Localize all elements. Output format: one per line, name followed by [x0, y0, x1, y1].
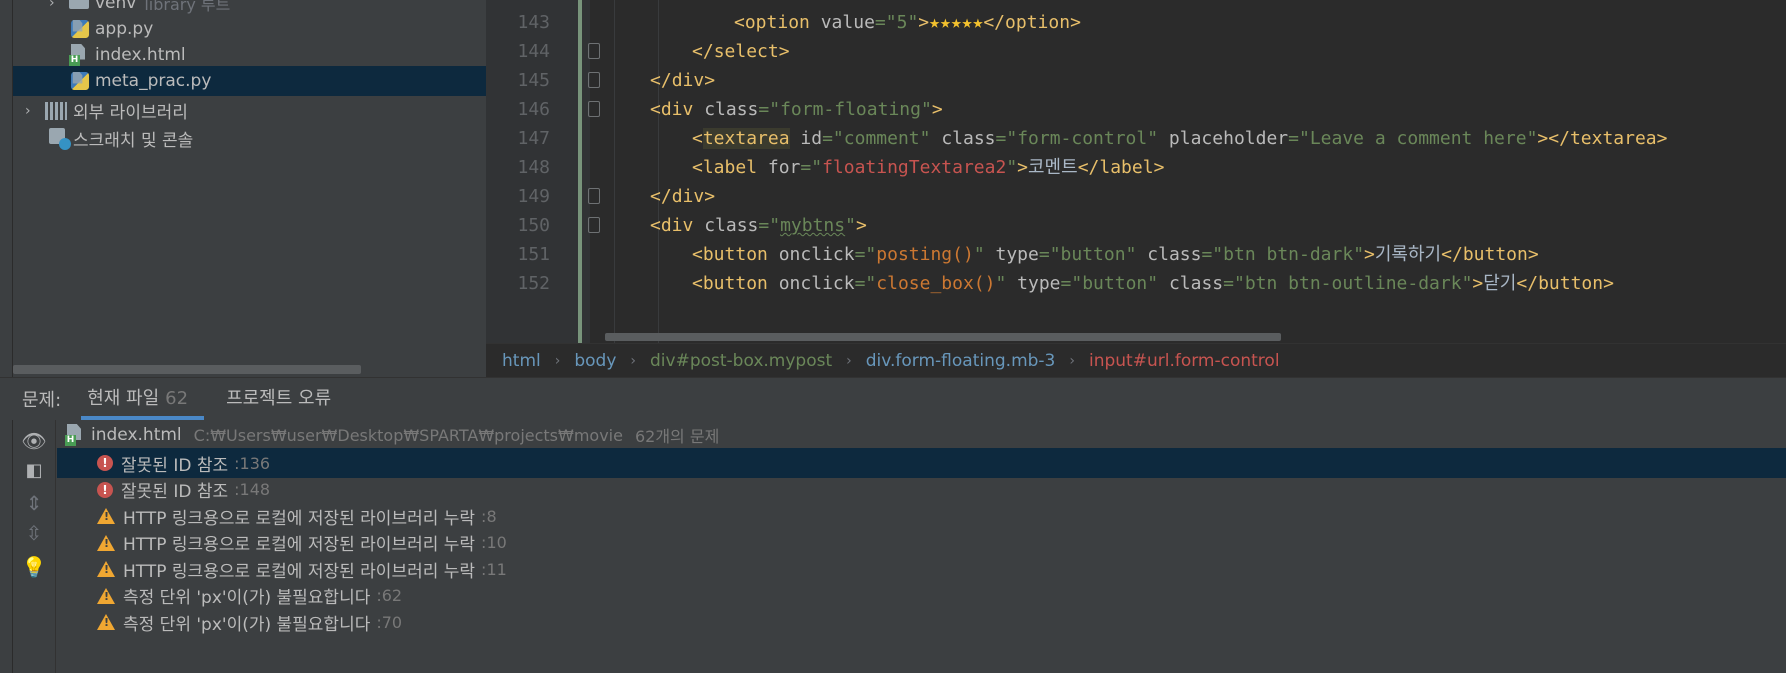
tree-item-app-py[interactable]: app.py: [13, 14, 486, 43]
expand-all-icon[interactable]: ⇕: [21, 490, 47, 516]
lightbulb-icon[interactable]: 💡: [21, 554, 47, 580]
problem-line: :70: [376, 612, 403, 632]
warning-icon: [97, 534, 115, 551]
tree-item-meta-prac-py[interactable]: meta_prac.py: [13, 66, 486, 96]
horizontal-scrollbar[interactable]: [13, 365, 361, 374]
problems-title: 문제:: [22, 390, 62, 411]
fold-marker-icon[interactable]: [588, 217, 600, 233]
problem-item[interactable]: ! 잘못된 ID 참조 :148: [57, 475, 1786, 505]
tree-item-scratches[interactable]: 스크래치 및 콘솔: [13, 124, 486, 153]
problem-file-row[interactable]: index.html C:₩Users₩user₩Desktop₩SPARTA₩…: [57, 420, 1786, 450]
tree-item-label: 외부 라이브러리: [73, 103, 188, 123]
problem-file-path: C:₩Users₩user₩Desktop₩SPARTA₩projects₩mo…: [193, 425, 623, 445]
problems-panel: 문제: 현재 파일62 프로젝트 오류 👁 ◧ ⇕ ⇳ 💡 index.html…: [0, 377, 1786, 673]
problem-item[interactable]: 측정 단위 'px'이(가) 불필요합니다 :62: [57, 581, 1786, 611]
problem-item[interactable]: 측정 단위 'px'이(가) 불필요합니다:70: [57, 607, 1786, 637]
warning-icon: [97, 614, 115, 630]
scratches-icon: [49, 127, 71, 150]
breadcrumb-item[interactable]: html: [502, 351, 541, 371]
problems-toolbar: 👁 ◧ ⇕ ⇳ 💡: [13, 420, 56, 673]
problem-item[interactable]: HTTP 링크용으로 로컬에 저장된 라이브러리 누락 :10: [57, 528, 1786, 558]
problem-message: 잘못된 ID 참조: [121, 455, 229, 476]
python-file-icon: [70, 19, 90, 38]
tree-item-label: index.html: [95, 44, 186, 65]
preview-pane-icon[interactable]: ◧: [21, 458, 47, 484]
breadcrumb-item[interactable]: div#post-box.mypost: [650, 351, 832, 371]
problem-message: 측정 단위 'px'이(가) 불필요합니다: [123, 614, 371, 635]
tree-item-index-html[interactable]: index.html: [13, 40, 486, 69]
python-file-icon: [70, 71, 90, 91]
eye-icon[interactable]: 👁: [21, 428, 47, 454]
library-icon: [45, 101, 67, 120]
problem-line: :8: [481, 506, 497, 526]
project-tree: › venv library 루트 app.py index.html meta…: [13, 0, 486, 377]
error-icon: !: [97, 455, 113, 471]
problem-line: :11: [481, 559, 507, 579]
fold-marker-icon[interactable]: [588, 188, 600, 204]
breadcrumb-item[interactable]: div.form-floating.mb-3: [866, 351, 1056, 371]
chevron-right-icon: ›: [1069, 352, 1075, 369]
tree-item-label: venv: [95, 0, 137, 13]
code-line[interactable]: 152 <button onclick="close_box()" type="b…: [486, 267, 1786, 300]
left-tool-strip: [0, 0, 13, 377]
fold-marker-icon[interactable]: [588, 72, 600, 88]
chevron-right-icon: ›: [49, 0, 55, 11]
problem-message: HTTP 링크용으로 로컬에 저장된 라이브러리 누락: [123, 561, 476, 582]
fold-marker-icon[interactable]: [588, 43, 600, 59]
warning-icon: [97, 508, 115, 524]
problem-file-name: index.html: [91, 425, 182, 445]
problem-line: :148: [234, 480, 271, 499]
horizontal-scrollbar[interactable]: [605, 333, 1281, 341]
problems-list: index.html C:₩Users₩user₩Desktop₩SPARTA₩…: [57, 420, 1786, 673]
problem-message: HTTP 링크용으로 로컬에 저장된 라이브러리 누락: [123, 508, 476, 529]
line-number: 152: [517, 273, 550, 294]
tab-project-errors[interactable]: 프로젝트 오류: [226, 378, 331, 420]
problem-item[interactable]: HTTP 링크용으로 로컬에 저장된 라이브러리 누락:11: [57, 554, 1786, 584]
error-icon: !: [97, 481, 113, 498]
chevron-right-icon: ›: [630, 352, 636, 369]
tab-label: 현재 파일: [87, 388, 160, 409]
code-text: <button onclick="close_box()" type="butt…: [692, 273, 1614, 294]
warning-icon: [97, 587, 115, 604]
html-file-icon: [69, 44, 91, 66]
collapse-all-icon[interactable]: ⇳: [21, 520, 47, 546]
problem-item[interactable]: HTTP 링크용으로 로컬에 저장된 라이브러리 누락:8: [57, 501, 1786, 531]
tab-current-file[interactable]: 현재 파일 62: [81, 378, 204, 420]
problem-message: HTTP 링크용으로 로컬에 저장된 라이브러리 누락: [123, 535, 476, 555]
tree-item-external-libraries[interactable]: › 외부 라이브러리: [13, 96, 486, 125]
tree-item-label: app.py: [95, 18, 154, 39]
warning-icon: [97, 561, 115, 577]
problem-message: 측정 단위 'px'이(가) 불필요합니다: [123, 588, 371, 608]
chevron-right-icon: ›: [25, 102, 31, 119]
html-file-icon: [65, 424, 87, 446]
side-tool-window-strip: [0, 420, 13, 673]
breadcrumb-item[interactable]: body: [574, 351, 616, 371]
fold-marker-icon[interactable]: [588, 101, 600, 117]
chevron-right-icon: ›: [554, 352, 561, 369]
problem-count: 62개의 문제: [634, 427, 720, 446]
problem-line: :136: [234, 453, 271, 473]
problem-line: :62: [376, 586, 403, 605]
tab-count: 62: [165, 388, 189, 409]
tree-item-label: meta_prac.py: [95, 71, 212, 91]
tree-item-sublabel: library 루트: [144, 0, 231, 14]
problem-item[interactable]: ! 잘못된 ID 참조:136: [57, 448, 1786, 478]
chevron-right-icon: ›: [846, 352, 852, 369]
code-editor[interactable]: 143 <option value="5">★★★★★</option> 144 </…: [486, 0, 1786, 343]
breadcrumb-item[interactable]: input#url.form-control: [1089, 351, 1280, 371]
breadcrumb: html › body › div#post-box.mypost › div.form-f…: [486, 343, 1786, 377]
tree-item-label: 스크래치 및 콘솔: [73, 131, 194, 151]
problems-tab-bar: 문제: 현재 파일 62 프로젝트 오류: [0, 378, 1786, 420]
tab-label: 프로젝트 오류: [226, 388, 332, 409]
folder-icon: [69, 0, 89, 9]
problem-message: 잘못된 ID 참조: [121, 482, 229, 502]
problem-line: :10: [481, 533, 507, 552]
